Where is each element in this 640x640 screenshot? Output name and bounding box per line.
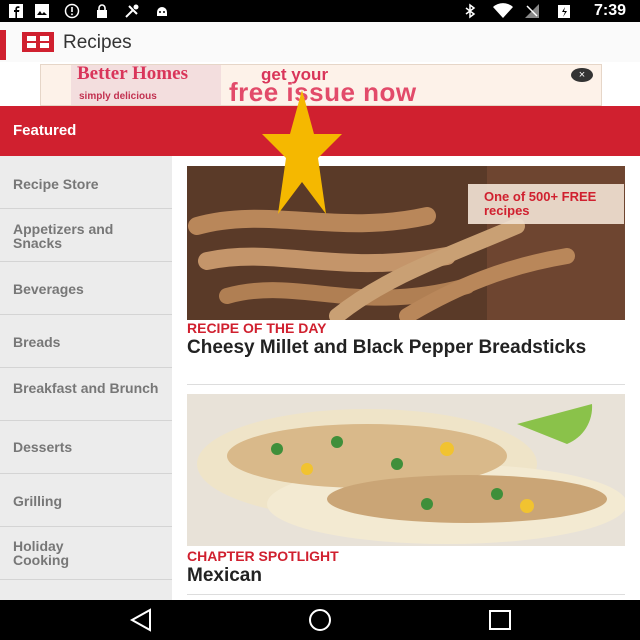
- badge-text: One of 500+ FREE recipes: [484, 189, 597, 218]
- app-title: Recipes: [63, 32, 132, 53]
- featured-content: One of 500+ FREE recipes RECIPE OF THE D…: [172, 156, 640, 600]
- nav-bar: [0, 600, 640, 640]
- bluetooth-icon: [465, 3, 476, 19]
- magazine-title: Better Homes: [77, 64, 188, 84]
- chapter-spotlight-label: CHAPTER SPOTLIGHT: [187, 548, 339, 564]
- chapter-title[interactable]: Mexican: [187, 566, 617, 585]
- status-bar: 7:39: [0, 0, 640, 22]
- back-icon[interactable]: [126, 606, 156, 634]
- tacos-photo[interactable]: [187, 394, 625, 546]
- signal-icon: [525, 4, 539, 18]
- divider: [187, 384, 625, 385]
- category-item[interactable]: Holiday Cooking: [0, 527, 172, 580]
- clock-time: 7:39: [593, 2, 626, 19]
- home-icon[interactable]: [305, 606, 335, 634]
- featured-label: Featured: [13, 122, 77, 139]
- category-label: Grilling: [13, 493, 62, 509]
- category-item[interactable]: Appetizers and Snacks: [0, 209, 172, 262]
- category-item[interactable]: Grilling: [0, 474, 172, 527]
- drawer-indicator[interactable]: [0, 30, 6, 60]
- category-item[interactable]: Desserts: [0, 421, 172, 474]
- battery-icon: [558, 5, 570, 18]
- category-label: Breads: [13, 334, 61, 350]
- alert-icon: [64, 3, 80, 19]
- category-label: Appetizers and Snacks: [13, 221, 114, 251]
- app-bar: Recipes: [0, 22, 640, 63]
- facebook-icon: [9, 4, 23, 18]
- lock-icon: [97, 4, 107, 18]
- recipe-of-day-label: RECIPE OF THE DAY: [187, 320, 327, 336]
- free-recipes-badge: One of 500+ FREE recipes: [468, 184, 624, 224]
- category-label: Recipe Store: [13, 176, 99, 192]
- star-icon: [262, 90, 342, 214]
- category-label: Breakfast and Brunch: [13, 380, 159, 396]
- magazine-subtitle: simply delicious: [79, 91, 157, 102]
- category-label: Holiday Cooking: [13, 538, 69, 568]
- divider: [187, 594, 625, 595]
- category-label: Beverages: [13, 281, 84, 297]
- app-logo-icon: [22, 32, 54, 52]
- wifi-icon: [493, 3, 513, 18]
- magazine-cover-image: Better Homes simply delicious: [71, 65, 221, 105]
- ad-close-button[interactable]: ×: [571, 68, 593, 82]
- image-icon: [35, 4, 49, 18]
- category-sidebar: Recipe Store Appetizers and Snacks Bever…: [0, 156, 173, 600]
- category-item[interactable]: Breakfast and Brunch: [0, 368, 172, 421]
- android-icon: [157, 7, 167, 16]
- category-item[interactable]: Beverages: [0, 262, 172, 315]
- recents-icon[interactable]: [485, 606, 515, 634]
- category-item[interactable]: Recipe Store: [0, 156, 172, 209]
- recipe-title[interactable]: Cheesy Millet and Black Pepper Breadstic…: [187, 338, 617, 357]
- category-label: Desserts: [13, 439, 73, 455]
- category-item[interactable]: Breads: [0, 315, 172, 368]
- tools-icon: [125, 4, 139, 18]
